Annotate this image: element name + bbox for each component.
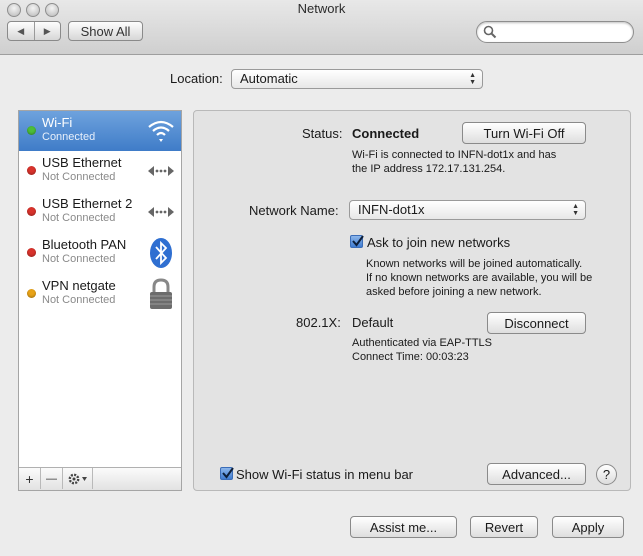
popup-arrows-icon: ▲ ▼: [469, 72, 476, 86]
service-name: USB Ethernet: [42, 155, 122, 170]
service-item-wifi[interactable]: Wi-Fi Connected: [19, 111, 181, 151]
checkmark-icon: [222, 467, 234, 479]
network-name-value: INFN-dot1x: [358, 202, 425, 217]
window-title: Network: [297, 1, 346, 16]
network-name-label: Network Name:: [249, 203, 339, 218]
popup-arrows-icon: ▲ ▼: [572, 203, 579, 217]
search-icon: [483, 25, 497, 39]
location-popup[interactable]: Automatic ▲ ▼: [231, 69, 483, 89]
lock-icon: [150, 278, 172, 309]
status-dot-yellow: [27, 289, 36, 298]
location-label: Location:: [170, 71, 223, 86]
status-label: Status:: [302, 126, 343, 141]
status-description: Wi-Fi is connected to INFN-dot1x and has…: [352, 149, 557, 175]
apply-button[interactable]: Apply: [552, 516, 624, 538]
service-status: Connected: [42, 131, 96, 143]
location-value: Automatic: [240, 71, 298, 86]
service-name: Bluetooth PAN: [42, 237, 127, 252]
dot1x-label: 802.1X:: [296, 315, 341, 330]
remove-service-button[interactable]: —: [41, 468, 63, 489]
bluetooth-icon: [150, 238, 172, 268]
show-all-button[interactable]: Show All: [68, 21, 143, 41]
network-preferences-window: Network ◀ ▶ Show All Location: Automatic…: [0, 0, 643, 556]
service-item-usb-ethernet[interactable]: USB Ethernet Not Connected: [19, 151, 181, 191]
title-bar: Network ◀ ▶ Show All: [0, 0, 643, 55]
status-dot-red: [27, 248, 36, 257]
search-field[interactable]: [476, 21, 634, 43]
service-item-vpn-netgate[interactable]: VPN netgate Not Connected: [19, 274, 181, 314]
service-list-toolbar: + —: [19, 467, 181, 490]
show-wifi-status-label[interactable]: Show Wi-Fi status in menu bar: [236, 467, 413, 482]
service-status: Not Connected: [42, 171, 116, 183]
turn-wifi-off-button[interactable]: Turn Wi-Fi Off: [462, 122, 586, 144]
help-button[interactable]: ?: [596, 464, 617, 485]
search-input[interactable]: [499, 24, 628, 42]
ask-to-join-description: Known networks will be joined automatica…: [366, 258, 593, 298]
authentication-info: Authenticated via EAP-TTLS Connect Time:…: [352, 337, 493, 363]
service-name: VPN netgate: [42, 278, 116, 293]
ethernet-icon: [148, 166, 174, 176]
status-dot-red: [27, 166, 36, 175]
ask-to-join-checkbox[interactable]: [350, 235, 364, 248]
back-forward-control: ◀ ▶: [7, 21, 61, 41]
status-dot-green: [27, 126, 36, 135]
service-status: Not Connected: [42, 212, 116, 224]
ask-to-join-label[interactable]: Ask to join new networks: [367, 235, 510, 250]
wifi-icon: [148, 120, 174, 142]
checkmark-icon: [352, 235, 364, 247]
revert-button[interactable]: Revert: [470, 516, 538, 538]
status-dot-red: [27, 207, 36, 216]
disconnect-button[interactable]: Disconnect: [487, 312, 586, 334]
service-status: Not Connected: [42, 253, 116, 265]
service-item-bluetooth-pan[interactable]: Bluetooth PAN Not Connected: [19, 233, 181, 273]
service-name: USB Ethernet 2: [42, 196, 133, 211]
service-status: Not Connected: [42, 294, 116, 306]
action-menu-button[interactable]: [63, 468, 93, 489]
gear-icon: [68, 473, 87, 484]
service-name: Wi-Fi: [42, 115, 73, 130]
service-list: Wi-Fi Connected USB Ethernet Not Connect…: [18, 110, 182, 491]
forward-button[interactable]: ▶: [35, 22, 61, 40]
back-button[interactable]: ◀: [8, 22, 35, 40]
show-wifi-status-checkbox[interactable]: [220, 467, 234, 480]
assist-me-button[interactable]: Assist me...: [350, 516, 457, 538]
ethernet-icon: [148, 207, 174, 217]
network-name-popup[interactable]: INFN-dot1x ▲ ▼: [349, 200, 586, 220]
advanced-button[interactable]: Advanced...: [487, 463, 586, 485]
service-item-usb-ethernet-2[interactable]: USB Ethernet 2 Not Connected: [19, 192, 181, 232]
status-value: Connected: [352, 126, 420, 141]
dot1x-value: Default: [352, 315, 394, 330]
add-service-button[interactable]: +: [19, 468, 41, 489]
